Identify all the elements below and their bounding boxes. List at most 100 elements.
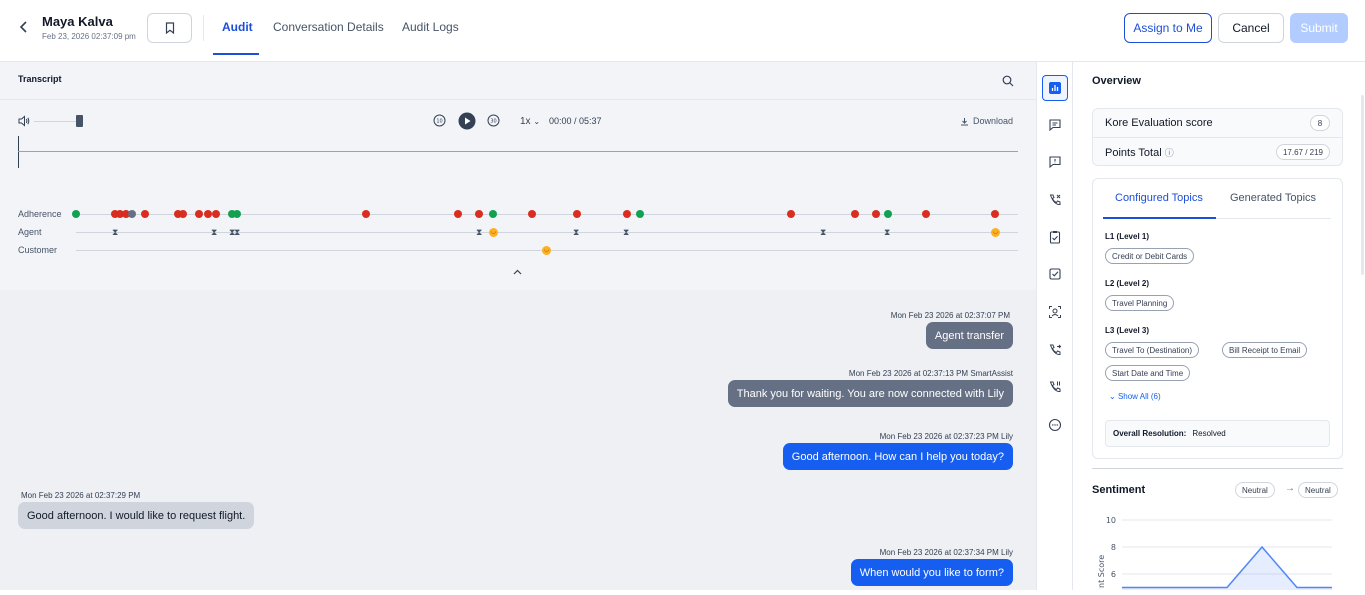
chart-area: [1122, 547, 1332, 590]
emoji-sentiment-icon[interactable]: ◡: [991, 228, 1000, 237]
topic-tag: Credit or Debit Cards: [1105, 248, 1195, 264]
adherence-marker[interactable]: [233, 210, 241, 218]
message-dots-icon[interactable]: [1042, 412, 1068, 438]
face-scan-icon[interactable]: [1042, 299, 1068, 325]
missed-call-icon[interactable]: [1042, 187, 1068, 213]
play-button[interactable]: [458, 112, 476, 135]
search-icon[interactable]: [1002, 74, 1014, 92]
section-divider: [1092, 468, 1343, 469]
hourglass-icon[interactable]: ⧗: [623, 228, 629, 237]
adherence-marker[interactable]: [872, 210, 880, 218]
adherence-marker[interactable]: [636, 210, 644, 218]
adherence-marker[interactable]: [141, 210, 149, 218]
adherence-marker[interactable]: [72, 210, 80, 218]
sentiment-end-badge: Neutral: [1298, 482, 1338, 498]
waveform[interactable]: [18, 151, 1018, 152]
message-bubble: Good afternoon. I would like to request …: [18, 502, 255, 529]
playback-speed-select[interactable]: 1x ⌄: [520, 116, 540, 127]
level-2-label: L2 (Level 2): [1105, 279, 1150, 288]
topics-card: Configured Topics Generated Topics L1 (L…: [1092, 178, 1343, 459]
tab-conversation-details[interactable]: Conversation Details: [273, 20, 384, 34]
volume-slider-handle[interactable]: [76, 115, 83, 127]
adherence-marker[interactable]: [195, 210, 203, 218]
evaluation-score-label: Kore Evaluation score: [1105, 117, 1213, 129]
hourglass-icon[interactable]: ⧗: [234, 228, 240, 237]
hourglass-icon[interactable]: ⧗: [211, 228, 217, 237]
tab-audit[interactable]: Audit: [222, 20, 253, 34]
sentiment-start-badge: Neutral: [1235, 482, 1275, 498]
playhead[interactable]: [18, 136, 19, 168]
adherence-marker[interactable]: [489, 210, 497, 218]
sentiment-title: Sentiment: [1092, 484, 1146, 496]
alert-message-icon[interactable]: [1042, 149, 1068, 175]
conversation-date: Feb 23, 2026 02:37:09 pm: [42, 32, 136, 41]
level-3-label: L3 (Level 3): [1105, 326, 1150, 335]
adherence-marker[interactable]: [884, 210, 892, 218]
tab-configured-topics[interactable]: Configured Topics: [1115, 192, 1203, 204]
adherence-marker[interactable]: [475, 210, 483, 218]
playback-time: 00:00 / 05:37: [549, 116, 602, 126]
audio-player: 10 30 1x ⌄ 00:00 / 05:37 Download Adhere…: [0, 100, 1036, 290]
call-hold-icon[interactable]: [1042, 374, 1068, 400]
score-divider: [1093, 137, 1342, 138]
hourglass-icon[interactable]: ⧗: [884, 228, 890, 237]
emoji-sentiment-icon[interactable]: ◡: [542, 246, 551, 255]
adherence-marker[interactable]: [573, 210, 581, 218]
svg-text:10: 10: [436, 119, 442, 125]
track-label-agent: Agent: [18, 227, 42, 237]
agent-name: Maya Kalva: [42, 14, 113, 29]
hourglass-icon[interactable]: ⧗: [112, 228, 118, 237]
adherence-marker[interactable]: [362, 210, 370, 218]
tab-generated-topics[interactable]: Generated Topics: [1230, 192, 1316, 204]
chart-line: [1122, 545, 1332, 589]
resolution-label: Overall Resolution:: [1113, 429, 1187, 438]
overview-scrollbar[interactable]: [1361, 95, 1364, 275]
adherence-marker[interactable]: [204, 210, 212, 218]
chart-y-axis-label: nt Score: [1097, 555, 1106, 588]
analytics-icon[interactable]: [1042, 75, 1068, 101]
message-meta: Mon Feb 23 2026 at 02:37:23 PM Lily: [879, 432, 1013, 441]
collapse-chevron-icon[interactable]: [513, 267, 522, 278]
assign-to-me-button[interactable]: Assign to Me: [1124, 13, 1212, 43]
chart-tick-label: 8: [1111, 543, 1116, 552]
checkbox-icon[interactable]: [1042, 261, 1068, 287]
adherence-marker[interactable]: [922, 210, 930, 218]
resolution-value: Resolved: [1192, 429, 1226, 438]
submit-button[interactable]: Submit: [1290, 13, 1348, 43]
adherence-marker[interactable]: [528, 210, 536, 218]
adherence-marker[interactable]: [454, 210, 462, 218]
adherence-marker[interactable]: [623, 210, 631, 218]
adherence-marker[interactable]: [991, 210, 999, 218]
adherence-marker[interactable]: [179, 210, 187, 218]
hourglass-icon[interactable]: ⧗: [820, 228, 826, 237]
info-icon[interactable]: ⓘ: [1165, 148, 1174, 158]
volume-icon[interactable]: [18, 114, 30, 132]
call-forward-icon[interactable]: [1042, 337, 1068, 363]
volume-slider-track[interactable]: [34, 121, 78, 122]
active-tab-indicator: [213, 53, 259, 55]
cancel-button[interactable]: Cancel: [1218, 13, 1284, 43]
topic-tag: Travel Planning: [1105, 295, 1175, 311]
transcript-panel: Transcript 10 30 1x ⌄ 00:00 / 05:37 Down…: [0, 62, 1036, 590]
hourglass-icon[interactable]: ⧗: [476, 228, 482, 237]
adherence-marker[interactable]: [212, 210, 220, 218]
chat-icon[interactable]: [1042, 112, 1068, 138]
bookmark-button[interactable]: [147, 13, 192, 43]
adherence-marker[interactable]: [851, 210, 859, 218]
back-arrow-icon[interactable]: [18, 20, 32, 36]
active-topic-tab-indicator: [1103, 217, 1216, 219]
score-card: Kore Evaluation score 8 Points Total ⓘ 1…: [1092, 108, 1343, 166]
points-total-label: Points Total ⓘ: [1105, 147, 1174, 159]
show-all-link[interactable]: ⌄ Show All (6): [1109, 392, 1161, 401]
adherence-marker[interactable]: [787, 210, 795, 218]
download-button[interactable]: Download: [960, 116, 1013, 126]
tab-audit-logs[interactable]: Audit Logs: [402, 20, 459, 34]
emoji-sentiment-icon[interactable]: ◡: [489, 228, 498, 237]
forward-30-icon[interactable]: 30: [487, 114, 500, 132]
svg-text:30: 30: [490, 119, 496, 125]
rewind-10-icon[interactable]: 10: [433, 114, 446, 132]
adherence-marker[interactable]: [128, 210, 136, 218]
message-bubble: When would you like to form?: [850, 559, 1013, 586]
clipboard-check-icon[interactable]: [1042, 224, 1068, 250]
hourglass-icon[interactable]: ⧗: [573, 228, 579, 237]
